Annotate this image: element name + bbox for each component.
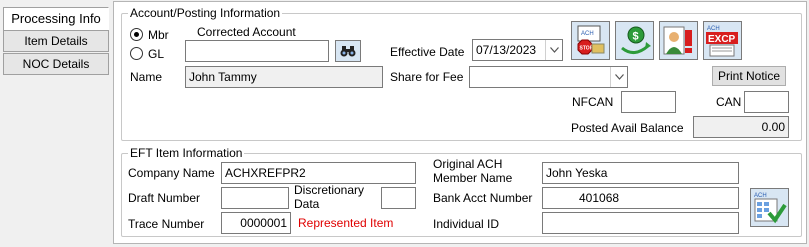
account-posting-title: Account/Posting Information: [128, 6, 283, 20]
account-search-button[interactable]: [335, 40, 361, 62]
company-name-field: ACHXREFPR2: [221, 162, 416, 184]
ach-exception-icon: ACH EXCP: [706, 26, 738, 57]
ach-approve-button[interactable]: ACH: [750, 188, 789, 227]
name-field: John Tammy: [185, 66, 383, 88]
tab-noc-details[interactable]: NOC Details: [3, 53, 109, 75]
bank-acct-number-label: Bank Acct Number: [433, 191, 533, 205]
mbr-label: Mbr: [148, 28, 169, 42]
original-member-label-line1: Original ACH: [433, 157, 503, 171]
nfcan-label: NFCAN: [572, 95, 614, 109]
gl-radio[interactable]: [130, 47, 143, 60]
tab-item-details[interactable]: Item Details: [3, 30, 109, 52]
draft-number-field: [221, 187, 289, 209]
svg-text:ACH: ACH: [754, 193, 767, 199]
effective-date-label: Effective Date: [390, 45, 465, 59]
bank-acct-number-field: 401068: [542, 187, 739, 209]
tab-processing-info[interactable]: Processing Info: [3, 7, 109, 31]
binoculars-icon: [340, 46, 356, 57]
share-for-fee-select[interactable]: [469, 66, 628, 88]
individual-id-label: Individual ID: [433, 217, 500, 231]
trace-number-label: Trace Number: [128, 217, 205, 231]
trace-number-field: 0000001: [221, 212, 291, 234]
represented-item-text: Represented Item: [298, 216, 394, 230]
discretionary-data-label-line1: Discretionary: [294, 183, 365, 197]
corrected-account-label: Corrected Account: [197, 25, 296, 39]
nfcan-field[interactable]: [621, 91, 676, 113]
can-label: CAN: [716, 95, 742, 109]
discretionary-data-label-line2: Data: [294, 197, 320, 211]
gl-label: GL: [148, 47, 165, 61]
ach-stop-button[interactable]: ACH STOP: [571, 21, 610, 60]
can-field[interactable]: [744, 91, 789, 113]
discretionary-data-field: [381, 187, 416, 209]
person-alert-icon: [663, 26, 692, 55]
chevron-down-icon[interactable]: [545, 40, 562, 60]
ach-exception-button[interactable]: ACH EXCP: [703, 21, 742, 60]
draft-number-label: Draft Number: [128, 191, 201, 205]
original-member-name-field: John Yeska: [542, 162, 739, 184]
name-label: Name: [130, 70, 163, 84]
money-transfer-icon: $: [621, 26, 651, 54]
effective-date-picker[interactable]: 07/13/2023: [472, 39, 563, 61]
processing-info-panel: Account/Posting Information Mbr GL Corre…: [113, 1, 807, 244]
eft-item-title: EFT Item Information: [128, 146, 245, 160]
svg-text:ACH: ACH: [707, 26, 720, 32]
mbr-radio[interactable]: [130, 28, 143, 41]
corrected-account-input[interactable]: [185, 40, 329, 62]
person-alert-button[interactable]: [659, 21, 698, 60]
svg-text:ACH: ACH: [581, 31, 594, 37]
posted-avail-balance-label: Posted Avail Balance: [571, 121, 684, 135]
company-name-label: Company Name: [128, 166, 215, 180]
individual-id-field: [542, 212, 739, 234]
share-for-fee-label: Share for Fee: [390, 70, 464, 84]
ach-stop-icon: ACH STOP: [577, 25, 605, 55]
ach-approve-icon: ACH: [754, 193, 787, 224]
print-notice-button[interactable]: Print Notice: [712, 66, 786, 86]
effective-date-value: 07/13/2023: [476, 43, 537, 57]
svg-text:$: $: [633, 31, 639, 43]
svg-text:EXCP: EXCP: [708, 34, 736, 45]
original-member-label-line2: Member Name: [433, 171, 513, 185]
chevron-down-icon[interactable]: [610, 67, 627, 87]
money-transfer-button[interactable]: $: [615, 21, 654, 60]
posted-avail-balance-field: 0.00: [693, 116, 789, 138]
